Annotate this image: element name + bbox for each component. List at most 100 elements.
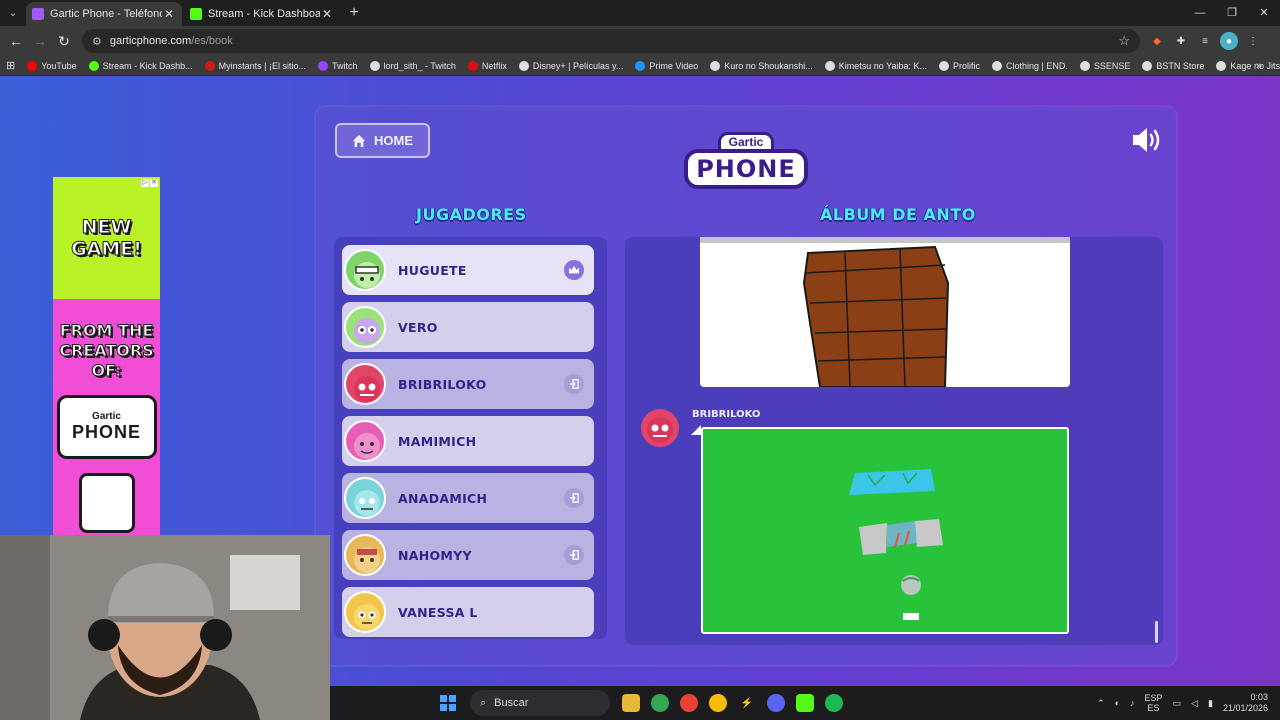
bookmarks-bar: ⊞ YouTube Stream - Kick Dashb... Myinsta… xyxy=(0,56,1280,76)
file-explorer-icon[interactable] xyxy=(622,694,640,712)
site-info-icon[interactable]: ⚙ xyxy=(92,35,102,48)
profile-avatar-icon[interactable]: ● xyxy=(1220,32,1238,50)
extension-icon[interactable]: ◆ xyxy=(1148,32,1166,50)
network-icon[interactable]: ▭ xyxy=(1173,698,1182,709)
clock[interactable]: 0:03 21/01/2026 xyxy=(1223,692,1268,714)
reload-icon[interactable]: ↻ xyxy=(52,33,76,50)
bookmark-myinstants[interactable]: Myinstants | ¡El sitio... xyxy=(204,60,306,71)
myinstants-icon xyxy=(204,60,215,71)
bookmark-prolific[interactable]: Prolific xyxy=(939,60,980,71)
tab-search-icon[interactable]: ⌄ xyxy=(0,0,26,26)
ad-choices-badge[interactable]: ▷ ✕ xyxy=(141,179,158,187)
globe-icon xyxy=(824,60,835,71)
player-row-nahomyy[interactable]: NAHOMYY xyxy=(342,530,594,580)
player-row-anadamich[interactable]: ANADAMICH xyxy=(342,473,594,523)
back-arrow-icon[interactable]: ← xyxy=(4,33,28,49)
kick-favicon-icon xyxy=(190,8,202,20)
kick-icon xyxy=(88,60,99,71)
avatar xyxy=(344,420,386,462)
tray-chevron-icon[interactable]: ⌃ xyxy=(1097,698,1105,709)
chrome-icon[interactable] xyxy=(651,694,669,712)
taskbar-search[interactable]: ⌕ Buscar xyxy=(470,690,610,716)
bookmark-kick[interactable]: Stream - Kick Dashb... xyxy=(88,60,193,71)
player-row-bribriloko[interactable]: BRIBRILOKO xyxy=(342,359,594,409)
bookmark-bstn[interactable]: BSTN Store xyxy=(1142,60,1204,71)
window-controls: — ❐ ✕ xyxy=(1184,0,1280,26)
microphone-icon[interactable]: ♪ xyxy=(1130,698,1135,708)
minimize-button[interactable]: — xyxy=(1184,0,1216,26)
album-scrollbar[interactable] xyxy=(1155,621,1158,643)
bookmark-netflix[interactable]: Netflix xyxy=(467,60,507,71)
apps-grid-icon[interactable]: ⊞ xyxy=(6,59,15,72)
leave-icon xyxy=(564,545,584,565)
bookmark-twitch[interactable]: Twitch xyxy=(317,60,358,71)
forward-arrow-icon[interactable]: → xyxy=(28,33,52,49)
crown-icon xyxy=(564,260,584,280)
bookmark-kage[interactable]: Kage no Jitsuryokus... xyxy=(1216,60,1280,71)
battery-icon[interactable]: ▮ xyxy=(1208,698,1213,709)
avatar xyxy=(344,534,386,576)
globe-icon xyxy=(710,60,721,71)
bookmark-lord-sith[interactable]: lord_sith_ - Twitch xyxy=(369,60,456,71)
prime-video-icon xyxy=(635,60,646,71)
drawing-current xyxy=(701,427,1069,634)
bookmark-clothing-end[interactable]: Clothing | END. xyxy=(992,60,1068,71)
tab-kick[interactable]: Stream - Kick Dashboard ✕ xyxy=(184,2,340,26)
bookmark-youtube[interactable]: YouTube xyxy=(27,60,77,71)
home-button[interactable]: HOME xyxy=(335,123,430,158)
player-name: MAMIMICH xyxy=(398,433,477,449)
player-row-mamimich[interactable]: MAMIMICH xyxy=(342,416,594,466)
more-bookmarks-icon[interactable]: » xyxy=(1256,60,1262,72)
chrome-profile-icon[interactable] xyxy=(680,694,698,712)
bookmark-kimetsu[interactable]: Kimetsu no Yaiba: K... xyxy=(824,60,927,71)
players-list: HUGUETE VERO BRIBRILOKO MAMIMICH ANADAMI… xyxy=(334,237,607,639)
webcam-overlay xyxy=(0,535,330,720)
tab-gartic[interactable]: Gartic Phone - Teléfono Descontrolado ✕ xyxy=(26,2,182,26)
close-window-button[interactable]: ✕ xyxy=(1248,0,1280,26)
ad-top: NEW GAME! xyxy=(53,177,160,299)
gartic-favicon-icon xyxy=(32,8,44,20)
leave-icon xyxy=(564,374,584,394)
globe-icon xyxy=(1142,60,1153,71)
youtube-icon xyxy=(27,60,38,71)
maximize-button[interactable]: ❐ xyxy=(1216,0,1248,26)
avatar xyxy=(344,477,386,519)
twitch-icon xyxy=(317,60,328,71)
streaming-app-icon[interactable] xyxy=(796,694,814,712)
bookmark-ssense[interactable]: SSENSE xyxy=(1079,60,1130,71)
discord-icon[interactable] xyxy=(767,694,785,712)
app-lightning-icon[interactable]: ⚡ xyxy=(738,694,756,712)
avatar xyxy=(344,363,386,405)
close-tab-icon[interactable]: ✕ xyxy=(162,7,176,21)
media-controls-icon[interactable]: ≡ xyxy=(1196,32,1214,50)
player-name: BRIBRILOKO xyxy=(398,376,487,392)
bookmark-kuro[interactable]: Kuro no Shoukanshi... xyxy=(710,60,813,71)
url-path: /es/book xyxy=(191,35,233,47)
address-bar-row: ← → ↻ ⚙ garticphone.com/es/book ☆ ◆ ✚ ≡ … xyxy=(0,26,1280,56)
ad-phone-illustration xyxy=(78,473,135,533)
url-field[interactable]: ⚙ garticphone.com/es/book ☆ xyxy=(82,29,1140,53)
new-tab-button[interactable]: + xyxy=(342,2,366,26)
player-row-vanessa-l[interactable]: VANESSA L xyxy=(342,587,594,637)
sound-icon[interactable] xyxy=(1130,125,1162,155)
bookmark-star-icon[interactable]: ☆ xyxy=(1118,33,1130,49)
language-indicator[interactable]: ESP ES xyxy=(1145,693,1163,713)
player-row-vero[interactable]: VERO xyxy=(342,302,594,352)
windows-taskbar: ⌕ Buscar ⚡ ⌃ ◐ ♪ ESP ES ▭ ◁ ▮ 0:03 21/01… xyxy=(330,686,1280,720)
close-tab-icon[interactable]: ✕ xyxy=(320,7,334,21)
player-row-huguete[interactable]: HUGUETE xyxy=(342,245,594,295)
tray-app-icon[interactable]: ◐ xyxy=(1115,698,1120,708)
browser-menu-icon[interactable]: ⋮ xyxy=(1244,32,1262,50)
ad-subtitle: FROM THE CREATORS OF: xyxy=(59,321,155,381)
extensions-puzzle-icon[interactable]: ✚ xyxy=(1172,32,1190,50)
player-name: HUGUETE xyxy=(398,262,467,278)
spotify-icon[interactable] xyxy=(825,694,843,712)
player-name: VERO xyxy=(398,319,438,335)
windows-start-icon[interactable] xyxy=(440,695,456,711)
ad-banner[interactable]: ▷ ✕ NEW GAME! FROM THE CREATORS OF: Garti… xyxy=(53,177,160,535)
bookmark-disney[interactable]: Disney+ | Películas y... xyxy=(518,60,623,71)
chrome-alt-icon[interactable] xyxy=(709,694,727,712)
globe-icon xyxy=(992,60,1003,71)
bookmark-prime-video[interactable]: Prime Video xyxy=(635,60,698,71)
volume-icon[interactable]: ◁ xyxy=(1191,698,1198,709)
